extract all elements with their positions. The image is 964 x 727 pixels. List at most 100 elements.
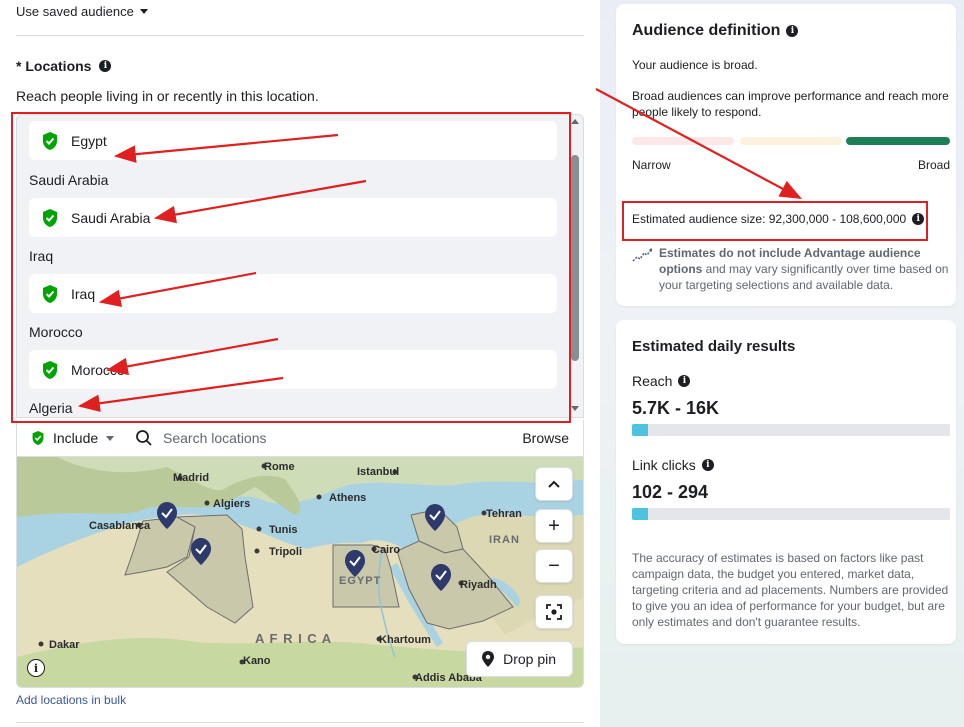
audience-definition-card: Audience definition i Your audience is b…: [616, 4, 956, 306]
link-clicks-value: 102 - 294: [632, 482, 709, 502]
divider: [16, 35, 584, 36]
location-group-label: Iraq: [29, 248, 54, 264]
meter-broad-label: Broad: [917, 158, 950, 172]
map-label-egypt: EGYPT: [339, 575, 381, 587]
location-name: Egypt: [71, 132, 107, 149]
chevron-up-icon: [548, 480, 560, 488]
location-item-saudi-arabia[interactable]: Saudi Arabia: [29, 198, 557, 237]
shield-check-icon: [43, 360, 57, 379]
add-locations-bulk-link[interactable]: Add locations in bulk: [16, 693, 126, 707]
saved-audience-dropdown[interactable]: Use saved audience: [16, 4, 148, 19]
location-item-egypt[interactable]: Egypt: [29, 121, 557, 160]
reach-label: Reach: [632, 373, 673, 389]
map-label-athens: Athens: [329, 492, 366, 504]
daily-results-title: Estimated daily results: [632, 338, 796, 355]
map-label-kano: Kano: [243, 655, 271, 667]
audience-description: Broad audiences can improve performance …: [632, 89, 949, 119]
chevron-down-icon: [106, 435, 115, 441]
shield-check-icon: [43, 131, 57, 150]
audience-definition-title: Audience definition: [632, 22, 781, 39]
link-clicks-bar-fill: [632, 508, 648, 520]
collapse-map-button[interactable]: [535, 467, 573, 501]
location-item-morocco[interactable]: Morocco: [29, 350, 557, 389]
estimate-note: Estimates do not include Advantage audie…: [659, 245, 949, 293]
reach-value: 5.7K - 16K: [632, 398, 720, 418]
scrollbar-thumb[interactable]: [571, 155, 579, 361]
audience-definition-heading: Audience definition i: [632, 22, 799, 40]
link-clicks-bar: [632, 508, 950, 520]
map-label-tehran: Tehran: [486, 508, 522, 520]
location-name: Iraq: [71, 285, 96, 302]
location-search-row: Include Browse: [16, 420, 584, 456]
location-item-iraq[interactable]: Iraq: [29, 274, 557, 313]
map-label-khartoum: Khartoum: [379, 634, 431, 646]
location-group-label: Algeria: [29, 400, 73, 416]
map-label-africa: A F R I C A: [255, 631, 332, 646]
info-icon[interactable]: i: [678, 375, 691, 387]
shield-check-icon: [43, 284, 57, 303]
reach-heading: Reach i: [632, 373, 691, 389]
map-label-riyadh: Riyadh: [460, 579, 497, 591]
zoom-out-button[interactable]: −: [535, 549, 573, 583]
meter-narrow-segment: [632, 137, 734, 145]
info-icon[interactable]: i: [786, 25, 799, 37]
estimated-audience-size: Estimated audience size: 92,300,000 - 10…: [632, 212, 925, 226]
map-label-istanbul: Istanbul: [357, 466, 399, 478]
meter-mid-segment: [740, 137, 842, 145]
map-label-algiers: Algiers: [213, 498, 250, 510]
include-label: Include: [53, 430, 99, 446]
location-search: [135, 429, 522, 447]
location-group-label: Morocco: [29, 324, 83, 340]
map-label-dakar: Dakar: [49, 639, 80, 651]
info-icon[interactable]: i: [912, 213, 925, 225]
daily-results-card: Estimated daily results Reach i 5.7K - 1…: [616, 320, 956, 644]
search-icon: [136, 430, 152, 446]
trend-icon: [632, 248, 652, 262]
scroll-down-arrow[interactable]: [571, 406, 579, 411]
audience-status: Your audience is broad.: [632, 58, 758, 72]
location-name: Morocco: [71, 361, 125, 378]
map-label-cairo: Cairo: [372, 544, 400, 556]
zoom-in-button[interactable]: +: [535, 509, 573, 543]
drop-pin-button[interactable]: Drop pin: [466, 641, 573, 677]
chevron-down-icon: [139, 9, 148, 14]
locate-icon: [546, 604, 562, 620]
info-icon[interactable]: i: [701, 459, 714, 471]
locations-subtitle: Reach people living in or recently in th…: [16, 88, 319, 104]
map-label-rome: Rome: [264, 461, 295, 473]
audience-summary-panel: Audience definition i Your audience is b…: [600, 0, 964, 727]
link-clicks-label: Link clicks: [632, 457, 696, 473]
locations-heading: * Locations i: [16, 58, 112, 74]
drop-pin-label: Drop pin: [503, 651, 556, 667]
meter-broad-segment: [846, 137, 950, 145]
estimated-size-text: Estimated audience size: 92,300,000 - 10…: [632, 212, 907, 226]
shield-check-icon: [32, 431, 44, 445]
browse-button[interactable]: Browse: [522, 430, 583, 446]
search-locations-input[interactable]: [163, 430, 463, 446]
location-map[interactable]: Madrid Rome Istanbul Algiers Athens Casa…: [16, 456, 584, 688]
selected-locations-list: Egypt Saudi Arabia Saudi Arabia Iraq Ira…: [16, 114, 584, 418]
shield-check-icon: [43, 208, 57, 227]
location-name: Saudi Arabia: [71, 209, 151, 226]
pin-icon: [482, 651, 495, 667]
estimate-note-rest: and may vary significantly over time bas…: [659, 262, 949, 292]
map-label-casablanca: Casablanca: [89, 520, 151, 532]
recenter-button[interactable]: [535, 595, 573, 629]
map-info-icon[interactable]: i: [27, 659, 45, 677]
reach-bar-fill: [632, 424, 648, 436]
map-label-madrid: Madrid: [173, 472, 209, 484]
estimates-disclaimer: The accuracy of estimates is based on fa…: [632, 551, 949, 629]
map-label-tripoli: Tripoli: [269, 546, 302, 558]
include-dropdown[interactable]: Include: [17, 430, 135, 446]
locations-title: * Locations: [16, 58, 92, 74]
location-group-label: Saudi Arabia: [29, 172, 109, 188]
saved-audience-label: Use saved audience: [16, 4, 134, 19]
info-icon[interactable]: i: [99, 60, 112, 72]
map-label-tunis: Tunis: [269, 524, 298, 536]
scroll-up-arrow[interactable]: [571, 119, 579, 124]
divider: [16, 722, 584, 723]
link-clicks-heading: Link clicks i: [632, 457, 714, 473]
meter-narrow-label: Narrow: [632, 158, 671, 172]
targeting-panel: Use saved audience * Locations i Reach p…: [0, 0, 600, 727]
map-label-iran: IRAN: [489, 534, 520, 546]
